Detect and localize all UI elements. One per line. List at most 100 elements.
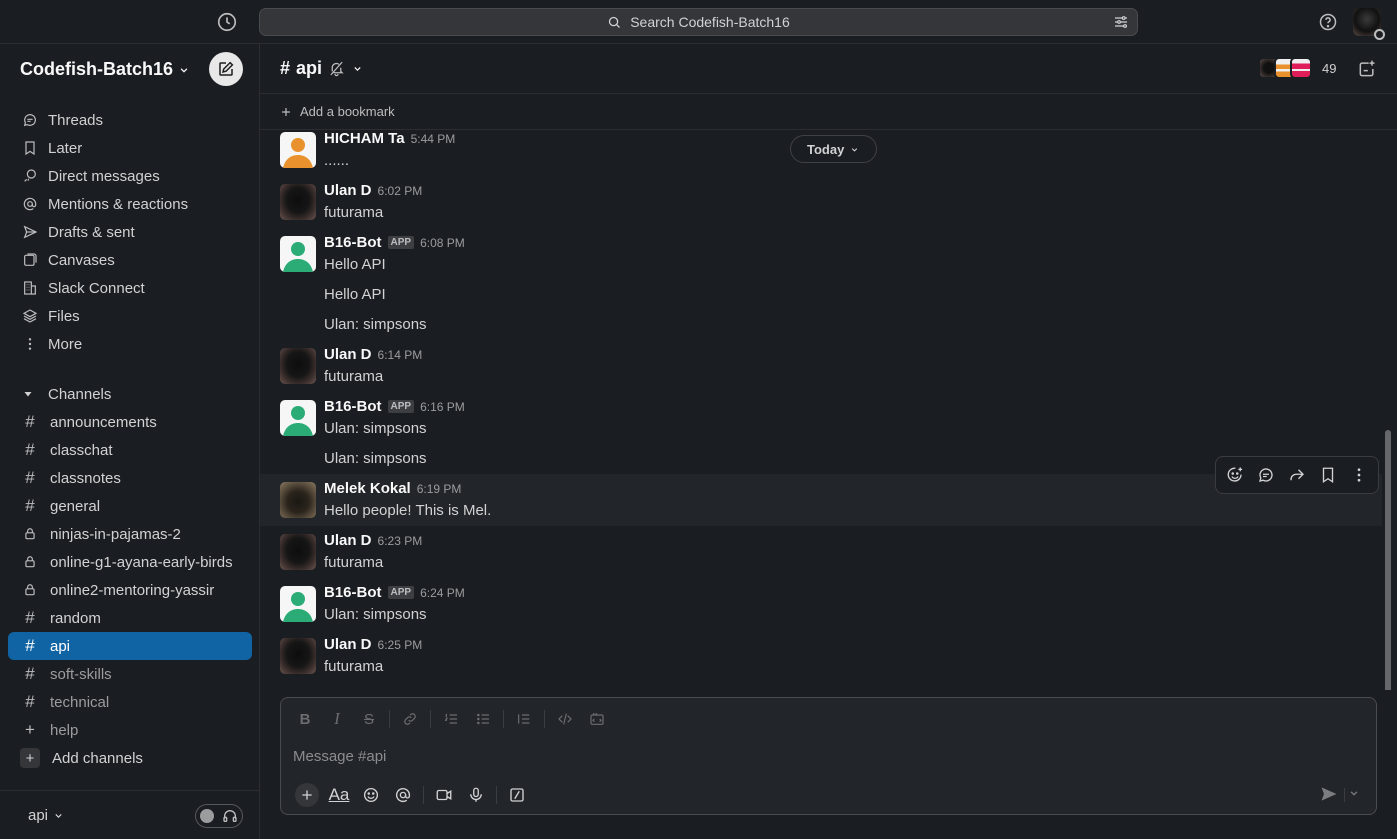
avatar[interactable]	[280, 482, 316, 518]
message-time[interactable]: 6:14 PM	[378, 348, 423, 362]
reply-thread-icon[interactable]	[1256, 465, 1276, 485]
bookmark-bar[interactable]: Add a bookmark	[260, 94, 1397, 130]
sidebar-item-mentions[interactable]: Mentions & reactions	[8, 190, 252, 218]
strikethrough-icon[interactable]: S	[353, 708, 385, 730]
slash-command-icon[interactable]	[501, 782, 533, 808]
sidebar-item-canvases[interactable]: Canvases	[8, 246, 252, 274]
new-canvas-icon[interactable]	[1357, 59, 1377, 79]
sender-name[interactable]: B16-Bot	[324, 584, 382, 601]
message-time[interactable]: 6:16 PM	[420, 400, 465, 414]
message-time[interactable]: 6:08 PM	[420, 236, 465, 250]
date-divider-today[interactable]: Today	[790, 135, 878, 163]
code-icon[interactable]	[549, 708, 581, 730]
sender-name[interactable]: Ulan D	[324, 346, 372, 363]
video-clip-icon[interactable]	[428, 782, 460, 808]
channel-general[interactable]: # general	[8, 492, 252, 520]
message-text: Hello people! This is Mel.	[324, 502, 492, 519]
avatar[interactable]	[280, 638, 316, 674]
members-button[interactable]: 49	[1258, 57, 1336, 79]
avatar[interactable]	[280, 400, 316, 436]
sidebar-item-later[interactable]: Later	[8, 134, 252, 162]
avatar[interactable]	[280, 132, 316, 168]
avatar[interactable]	[280, 236, 316, 272]
italic-icon[interactable]: I	[321, 708, 353, 730]
channel-classnotes[interactable]: # classnotes	[8, 464, 252, 492]
sender-name[interactable]: Ulan D	[324, 636, 372, 653]
bulleted-list-icon[interactable]	[467, 708, 499, 730]
channel-online-g1-ayana-early-birds[interactable]: online-g1-ayana-early-birds	[8, 548, 252, 576]
channel-online2-mentoring-yassir[interactable]: online2-mentoring-yassir	[8, 576, 252, 604]
sender-name[interactable]: Ulan D	[324, 182, 372, 199]
sidebar-item-threads[interactable]: Threads	[8, 106, 252, 134]
sender-name[interactable]: Ulan D	[324, 532, 372, 549]
sender-name[interactable]: B16-Bot	[324, 234, 382, 251]
message[interactable]: Ulan D 6:14 PM futurama	[260, 346, 1382, 390]
sidebar-item-slack-connect[interactable]: Slack Connect	[8, 274, 252, 302]
layers-icon	[22, 308, 38, 324]
sender-name[interactable]: B16-Bot	[324, 398, 382, 415]
message[interactable]: B16-Bot APP 6:16 PM Ulan: simpsons Ulan: s…	[260, 398, 1382, 472]
sender-name[interactable]: Melek Kokal	[324, 480, 411, 497]
message[interactable]: Ulan D 6:25 PM futurama	[260, 636, 1382, 680]
ordered-list-icon[interactable]	[435, 708, 467, 730]
message[interactable]: Melek Kokal 6:19 PM Hello people! This is…	[260, 474, 1382, 526]
channels-section-header[interactable]: Channels	[8, 380, 252, 408]
message-time[interactable]: 6:19 PM	[417, 482, 462, 496]
add-reaction-icon[interactable]	[1225, 465, 1245, 485]
user-avatar[interactable]	[1353, 8, 1385, 40]
emoji-icon[interactable]	[355, 782, 387, 808]
workspace-menu[interactable]: Codefish-Batch16	[20, 59, 191, 80]
more-vertical-icon[interactable]	[1349, 465, 1369, 485]
message-time[interactable]: 6:25 PM	[378, 638, 423, 652]
microphone-icon[interactable]	[460, 782, 492, 808]
channel-api[interactable]: # api	[8, 632, 252, 660]
channel-ninjas-in-pajamas-2[interactable]: ninjas-in-pajamas-2	[8, 520, 252, 548]
sidebar-item-direct-messages[interactable]: Direct messages	[8, 162, 252, 190]
avatar[interactable]	[280, 534, 316, 570]
member-count: 49	[1322, 60, 1337, 76]
history-icon[interactable]	[216, 11, 238, 33]
message-time[interactable]: 6:23 PM	[378, 534, 423, 548]
compose-button[interactable]	[209, 52, 243, 86]
avatar[interactable]	[280, 184, 316, 220]
code-block-icon[interactable]	[581, 708, 613, 730]
sidebar-item-drafts[interactable]: Drafts & sent	[8, 218, 252, 246]
message[interactable]: B16-Bot APP 6:24 PM Ulan: simpsons	[260, 584, 1382, 628]
current-channel-switcher[interactable]: api	[28, 807, 65, 824]
message-time[interactable]: 6:24 PM	[420, 586, 465, 600]
channel-title-button[interactable]: # api	[280, 58, 364, 79]
channel-technical[interactable]: # technical	[8, 688, 252, 716]
channel-announcements[interactable]: # announcements	[8, 408, 252, 436]
channel-soft-skills[interactable]: # soft-skills	[8, 660, 252, 688]
huddle-toggle[interactable]	[195, 804, 243, 828]
add-channels-button[interactable]: + Add channels	[8, 744, 252, 772]
message[interactable]: Ulan D 6:23 PM futurama	[260, 532, 1382, 576]
save-bookmark-icon[interactable]	[1318, 465, 1338, 485]
bold-icon[interactable]: B	[289, 708, 321, 730]
share-icon[interactable]	[1287, 465, 1307, 485]
message-input[interactable]	[293, 748, 1293, 765]
plus-icon[interactable]	[295, 783, 319, 807]
message-time[interactable]: 5:44 PM	[411, 132, 456, 146]
channel-classchat[interactable]: # classchat	[8, 436, 252, 464]
filter-icon[interactable]	[1113, 14, 1129, 30]
scrollbar[interactable]	[1385, 430, 1391, 690]
sender-name[interactable]: HICHAM Ta	[324, 130, 405, 147]
sidebar-item-more[interactable]: More	[8, 330, 252, 358]
search-bar[interactable]: Search Codefish-Batch16	[259, 8, 1138, 36]
mention-icon[interactable]	[387, 782, 419, 808]
blockquote-icon[interactable]	[508, 708, 540, 730]
send-icon[interactable]	[1319, 784, 1341, 806]
channel-help[interactable]: + help	[8, 716, 252, 744]
link-icon[interactable]	[394, 708, 426, 730]
sidebar-item-files[interactable]: Files	[8, 302, 252, 330]
formatting-toggle-icon[interactable]: Aa	[323, 782, 355, 808]
message[interactable]: Ulan D 6:02 PM futurama	[260, 182, 1382, 226]
message-time[interactable]: 6:02 PM	[378, 184, 423, 198]
channel-random[interactable]: # random	[8, 604, 252, 632]
help-icon[interactable]	[1318, 12, 1338, 32]
avatar[interactable]	[280, 348, 316, 384]
avatar[interactable]	[280, 586, 316, 622]
message[interactable]: B16-Bot APP 6:08 PM Hello API Hello API Ul…	[260, 234, 1382, 338]
chevron-down-icon[interactable]	[1347, 786, 1365, 804]
